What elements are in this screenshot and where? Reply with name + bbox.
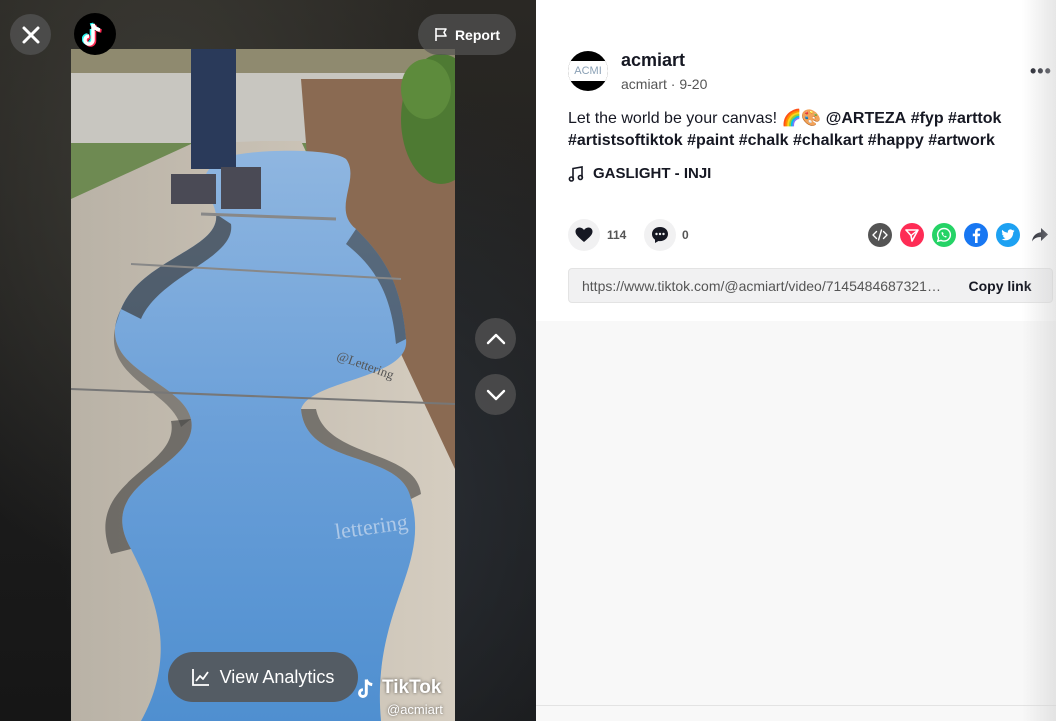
author-subline: acmiart · 9-20: [621, 76, 707, 92]
tiktok-watermark: TikTok @acmiart: [357, 676, 443, 717]
report-button[interactable]: Report: [418, 14, 516, 55]
more-options-button[interactable]: •••: [1030, 61, 1052, 82]
twitter-icon: [1001, 229, 1015, 241]
hashtag-link[interactable]: #paint: [687, 132, 734, 149]
analytics-chart-icon: [191, 669, 209, 686]
post-date: 9-20: [679, 76, 708, 92]
hashtag-link[interactable]: #chalk: [739, 132, 789, 149]
hashtag-link[interactable]: #arttok: [948, 110, 1001, 127]
facebook-icon: [972, 228, 981, 243]
music-title: GASLIGHT - INJI: [593, 165, 712, 182]
view-analytics-label: View Analytics: [219, 666, 335, 687]
view-analytics-button[interactable]: View Analytics: [168, 652, 358, 702]
facebook-button[interactable]: [964, 223, 988, 247]
watermark-username: @acmiart: [387, 702, 443, 717]
tiktok-logo[interactable]: [74, 13, 116, 55]
share-arrow-icon: [1032, 228, 1048, 242]
close-button[interactable]: [10, 14, 51, 55]
video-pane: @Lettering lettering Report View Analyti…: [0, 0, 536, 721]
avatar[interactable]: ACMI: [568, 51, 608, 91]
video-frame-chalk-art: @Lettering lettering: [71, 49, 455, 721]
divider: [536, 705, 1056, 706]
comments-area: [536, 321, 1056, 721]
embed-button[interactable]: [868, 223, 892, 247]
hashtag-link[interactable]: #chalkart: [793, 132, 863, 149]
caption-text: Let the world be your canvas!: [568, 110, 782, 127]
next-video-button[interactable]: [475, 374, 516, 415]
author-name[interactable]: acmiart: [621, 50, 685, 71]
chevron-down-icon: [486, 389, 505, 400]
share-link-url[interactable]: https://www.tiktok.com/@acmiart/video/71…: [569, 278, 948, 294]
chevron-up-icon: [486, 333, 505, 344]
watermark-brand: TikTok: [382, 677, 442, 698]
caption-emoji: 🌈🎨: [781, 110, 822, 127]
comment-button[interactable]: [644, 219, 676, 251]
watermark-logo-icon: [358, 679, 373, 698]
previous-video-button[interactable]: [475, 318, 516, 359]
send-to-friends-icon: [905, 229, 919, 242]
author-handle: acmiart: [621, 76, 667, 92]
tiktok-logo-icon: [82, 22, 102, 47]
whatsapp-button[interactable]: [932, 223, 956, 247]
post-info-panel: ACMI acmiart acmiart · 9-20 ••• Let the …: [536, 0, 1056, 321]
hashtag-link[interactable]: #happy: [868, 132, 924, 149]
subline-separator: ·: [666, 76, 680, 92]
music-note-icon: [568, 165, 584, 182]
send-to-friends-button[interactable]: [900, 223, 924, 247]
twitter-button[interactable]: [996, 223, 1020, 247]
comment-count: 0: [682, 228, 689, 242]
avatar-text: ACMI: [568, 61, 608, 81]
like-button[interactable]: [568, 219, 600, 251]
embed-icon: [872, 229, 888, 241]
post-caption: Let the world be your canvas! 🌈🎨 @ARTEZA…: [568, 108, 1038, 152]
heart-icon: [575, 227, 593, 242]
music-link[interactable]: GASLIGHT - INJI: [568, 165, 711, 182]
copy-link-button[interactable]: Copy link: [948, 278, 1052, 294]
close-icon: [22, 26, 39, 43]
video-player[interactable]: @Lettering lettering: [71, 49, 455, 721]
share-more-button[interactable]: [1028, 223, 1052, 247]
flag-icon: [435, 28, 447, 41]
mention-link[interactable]: @ARTEZA: [826, 110, 906, 127]
like-count: 114: [607, 228, 627, 242]
whatsapp-icon: [936, 227, 952, 243]
report-label: Report: [454, 26, 501, 43]
share-link-box: https://www.tiktok.com/@acmiart/video/71…: [568, 268, 1053, 303]
comment-icon: [652, 227, 668, 243]
hashtag-link[interactable]: #artwork: [928, 132, 995, 149]
hashtag-link[interactable]: #fyp: [911, 110, 944, 127]
hashtag-link[interactable]: #artistsoftiktok: [568, 132, 683, 149]
